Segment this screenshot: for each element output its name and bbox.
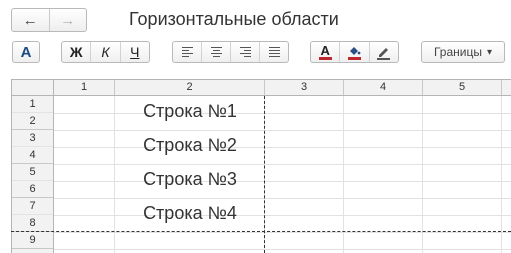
font-button[interactable]: A xyxy=(12,41,40,63)
pencil-icon xyxy=(377,47,391,60)
align-right-button[interactable] xyxy=(231,42,260,62)
corner-cell[interactable] xyxy=(11,79,54,96)
align-center-icon xyxy=(210,47,222,57)
column-header-3[interactable]: 3 xyxy=(265,80,344,95)
text-style-group: Ж К Ч xyxy=(61,41,150,63)
border-color-button[interactable] xyxy=(370,42,398,62)
align-center-button[interactable] xyxy=(202,42,231,62)
column-header-4[interactable]: 4 xyxy=(344,80,423,95)
align-left-icon xyxy=(181,47,193,57)
text-color-button[interactable]: A xyxy=(311,42,341,62)
cell-row-3[interactable]: Строка №3 xyxy=(115,169,265,190)
page-break-horizontal xyxy=(11,231,511,232)
bold-icon: Ж xyxy=(69,44,83,60)
paint-bucket-icon xyxy=(347,46,361,60)
row-header-1[interactable]: 1 xyxy=(12,96,53,113)
navigation-buttons: ← → xyxy=(11,8,87,32)
column-header-6[interactable] xyxy=(502,80,511,95)
row-header-2[interactable]: 2 xyxy=(12,113,53,130)
page-break-vertical xyxy=(264,96,265,253)
page-title: Горизонтальные области xyxy=(129,9,339,29)
row-header-8[interactable]: 8 xyxy=(12,215,53,232)
borders-label: Границы xyxy=(433,45,482,59)
text-color-icon: A xyxy=(318,42,332,60)
cell-row-2[interactable]: Строка №2 xyxy=(115,135,265,156)
column-header-2[interactable]: 2 xyxy=(115,80,265,95)
align-justify-button[interactable] xyxy=(260,42,288,62)
forward-button[interactable]: → xyxy=(50,9,87,31)
italic-button[interactable]: К xyxy=(91,42,121,62)
align-right-icon xyxy=(239,47,251,57)
row-header-7[interactable]: 7 xyxy=(12,198,53,215)
fill-color-button[interactable] xyxy=(340,42,370,62)
column-header-5[interactable]: 5 xyxy=(423,80,502,95)
borders-dropdown[interactable]: Границы ▾ xyxy=(421,41,505,63)
align-left-button[interactable] xyxy=(173,42,202,62)
align-justify-icon xyxy=(268,47,280,57)
row-header-6[interactable]: 6 xyxy=(12,181,53,198)
underline-button[interactable]: Ч xyxy=(121,42,149,62)
underline-icon: Ч xyxy=(130,44,140,60)
chevron-down-icon: ▾ xyxy=(486,46,493,58)
row-header-3[interactable]: 3 xyxy=(12,130,53,147)
bold-button[interactable]: Ж xyxy=(62,42,92,62)
cell-row-4[interactable]: Строка №4 xyxy=(115,203,265,224)
back-button[interactable]: ← xyxy=(12,9,50,31)
spreadsheet[interactable]: 1 2 3 4 5 6 7 8 9 1 2 3 4 5 Строка №1 Ст… xyxy=(11,79,511,253)
color-group: A xyxy=(310,41,399,63)
row-header-4[interactable]: 4 xyxy=(12,147,53,164)
row-header-9[interactable]: 9 xyxy=(12,232,53,249)
arrow-left-icon: ← xyxy=(22,11,38,29)
row-header-5[interactable]: 5 xyxy=(12,164,53,181)
italic-icon: К xyxy=(101,44,110,60)
font-icon: A xyxy=(20,43,32,61)
cell-row-1[interactable]: Строка №1 xyxy=(115,101,265,122)
column-header-1[interactable]: 1 xyxy=(54,80,115,95)
alignment-group xyxy=(172,41,289,63)
arrow-right-icon: → xyxy=(60,11,76,29)
